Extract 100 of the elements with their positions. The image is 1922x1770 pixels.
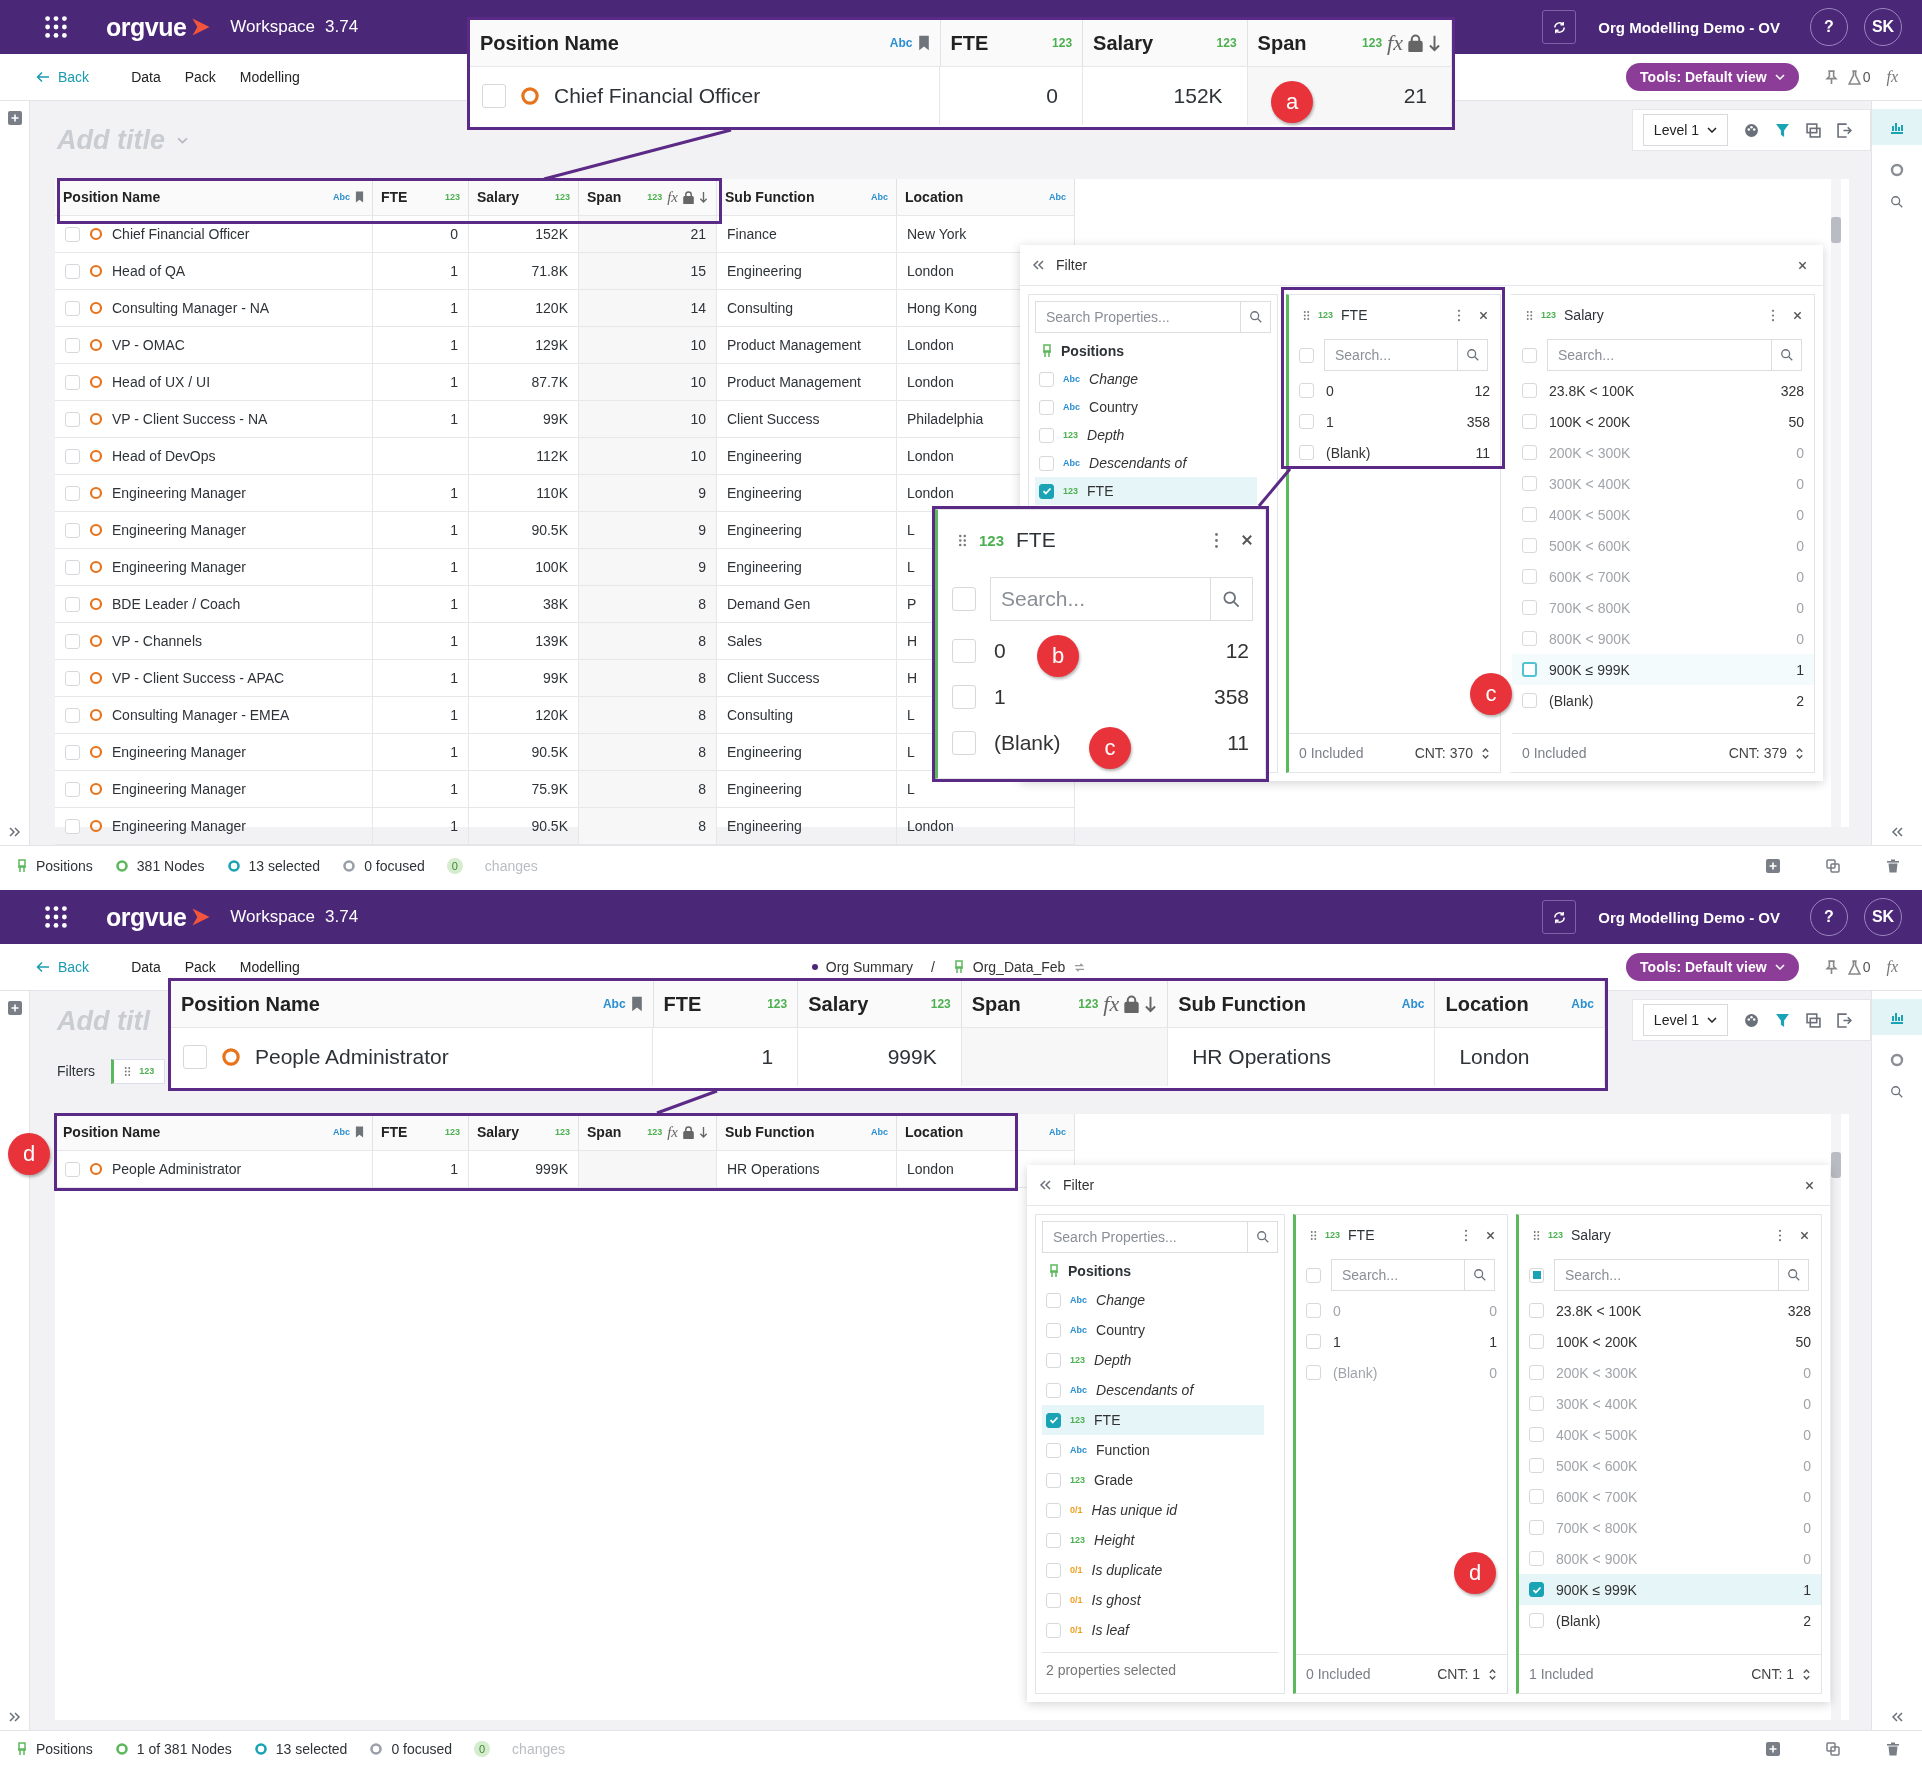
more-options-icon[interactable] <box>1464 1228 1468 1242</box>
formula-button[interactable]: fx <box>1880 957 1904 977</box>
column-header[interactable]: FTE 123 <box>373 179 469 215</box>
tools-dropdown[interactable]: Tools: Default view <box>1626 953 1799 981</box>
search-field[interactable]: Search... <box>1331 1259 1465 1291</box>
link-icon[interactable] <box>1073 961 1087 973</box>
add-icon[interactable] <box>7 1001 22 1015</box>
copy-icon[interactable] <box>1826 1741 1840 1756</box>
column-header[interactable]: Sub Function Abc <box>717 1114 897 1150</box>
property-name[interactable]: Country <box>1089 399 1139 415</box>
column-header[interactable]: Location Abc <box>897 1114 1075 1150</box>
export-icon[interactable] <box>1837 122 1852 138</box>
close-icon[interactable] <box>1479 310 1488 320</box>
property-name[interactable]: Is ghost <box>1091 1592 1141 1608</box>
layers-icon[interactable] <box>1806 1012 1821 1028</box>
circle-icon[interactable] <box>1890 163 1904 177</box>
more-options-icon[interactable] <box>1771 308 1775 322</box>
add-icon[interactable] <box>7 111 22 125</box>
help-button[interactable]: ? <box>1810 898 1848 936</box>
caret-icon[interactable] <box>177 136 188 144</box>
property-name[interactable]: Height <box>1094 1532 1135 1548</box>
collapse-icon[interactable] <box>1039 1180 1051 1190</box>
search-field[interactable]: Search... <box>1547 339 1772 371</box>
sort-toggle-icon[interactable] <box>1795 746 1804 760</box>
column-header[interactable]: FTE 123 <box>653 981 799 1027</box>
column-header[interactable]: Position Name Abc <box>55 179 373 215</box>
property-name[interactable]: FTE <box>1094 1412 1121 1428</box>
search-icon[interactable] <box>1222 589 1241 609</box>
column-header[interactable]: Sub Function Abc <box>717 179 897 215</box>
search-icon[interactable] <box>1472 1268 1487 1282</box>
search-icon[interactable] <box>1786 1268 1801 1282</box>
add-icon[interactable] <box>1766 859 1780 873</box>
scrollbar-thumb[interactable] <box>1831 1152 1841 1178</box>
property-name[interactable]: Descendants of <box>1096 1382 1194 1398</box>
checkbox[interactable] <box>1046 1412 1061 1428</box>
drag-handle-icon[interactable] <box>124 1065 132 1077</box>
column-header[interactable]: Span 123 fx <box>1247 20 1452 66</box>
sort-arrow-icon[interactable] <box>699 190 708 204</box>
property-name[interactable]: Descendants of <box>1089 455 1187 471</box>
search-field[interactable]: Search... <box>1324 339 1458 371</box>
column-header[interactable]: Position Name Abc <box>171 981 654 1027</box>
column-header[interactable]: Position Name Abc <box>470 20 941 66</box>
column-header[interactable]: Salary 123 <box>1083 20 1248 66</box>
sort-toggle-icon[interactable] <box>1481 746 1490 760</box>
nav-tab[interactable]: Data <box>119 959 173 975</box>
expand-icon[interactable] <box>8 827 21 837</box>
nav-tab[interactable]: Modelling <box>227 959 312 975</box>
chart-view-button[interactable] <box>1872 109 1922 145</box>
collapse-icon[interactable] <box>1891 1712 1903 1722</box>
checkbox[interactable] <box>1529 1582 1544 1597</box>
property-name[interactable]: Grade <box>1094 1472 1133 1488</box>
more-options-icon[interactable] <box>1457 308 1461 322</box>
pin-icon[interactable] <box>1824 69 1838 85</box>
collapse-icon[interactable] <box>1891 827 1903 837</box>
tools-dropdown[interactable]: Tools: Default view <box>1626 63 1799 91</box>
palette-icon[interactable] <box>1744 1012 1759 1028</box>
flask-icon[interactable] <box>1847 959 1861 975</box>
column-header[interactable]: Salary 123 <box>469 1114 579 1150</box>
checkbox[interactable] <box>1039 483 1054 499</box>
search-icon[interactable] <box>1779 348 1794 362</box>
sort-toggle-icon[interactable] <box>1488 1667 1497 1681</box>
close-icon[interactable] <box>1793 310 1802 320</box>
property-name[interactable]: Is duplicate <box>1091 1562 1163 1578</box>
property-name[interactable]: Change <box>1089 371 1139 387</box>
search-icon[interactable] <box>1255 1230 1270 1244</box>
expand-icon[interactable] <box>8 1712 21 1722</box>
sort-arrow-icon[interactable] <box>1428 33 1441 53</box>
copy-icon[interactable] <box>1826 859 1840 873</box>
search-icon[interactable] <box>1248 310 1263 324</box>
collapse-icon[interactable] <box>1032 260 1044 270</box>
add-icon[interactable] <box>1766 1741 1780 1756</box>
sort-arrow-icon[interactable] <box>1144 994 1158 1014</box>
search-field[interactable]: Search... <box>1554 1259 1779 1291</box>
nav-tab[interactable]: Pack <box>172 69 228 85</box>
more-options-icon[interactable] <box>1214 531 1219 549</box>
export-icon[interactable] <box>1837 1012 1852 1028</box>
chart-view-button[interactable] <box>1872 999 1922 1035</box>
drag-handle-icon[interactable] <box>958 532 967 548</box>
property-name[interactable]: Is leaf <box>1091 1622 1129 1638</box>
checkbox[interactable] <box>1522 662 1537 677</box>
circle-icon[interactable] <box>1890 1053 1904 1067</box>
scrollbar-thumb[interactable] <box>1831 217 1841 243</box>
more-options-icon[interactable] <box>1778 1228 1782 1242</box>
trash-icon[interactable] <box>1886 859 1900 873</box>
column-header[interactable]: Position Name Abc <box>55 1114 373 1150</box>
column-header[interactable]: FTE 123 <box>373 1114 469 1150</box>
drag-handle-icon[interactable] <box>1526 309 1533 321</box>
flask-icon[interactable] <box>1847 69 1861 85</box>
column-header[interactable]: Span 123 fx <box>579 179 717 215</box>
column-header[interactable]: Span 123 fx <box>579 1114 717 1150</box>
drag-handle-icon[interactable] <box>1303 309 1310 321</box>
breadcrumb-link[interactable]: Org_Data_Feb <box>972 959 1066 975</box>
user-avatar[interactable]: SK <box>1864 898 1902 936</box>
nav-tab[interactable]: Pack <box>172 959 228 975</box>
sort-arrow-icon[interactable] <box>699 1125 708 1139</box>
close-icon[interactable] <box>1800 1230 1809 1240</box>
column-header[interactable]: Location Abc <box>897 179 1075 215</box>
close-icon[interactable] <box>1486 1230 1495 1240</box>
help-button[interactable]: ? <box>1810 8 1848 46</box>
close-icon[interactable] <box>1241 534 1253 546</box>
